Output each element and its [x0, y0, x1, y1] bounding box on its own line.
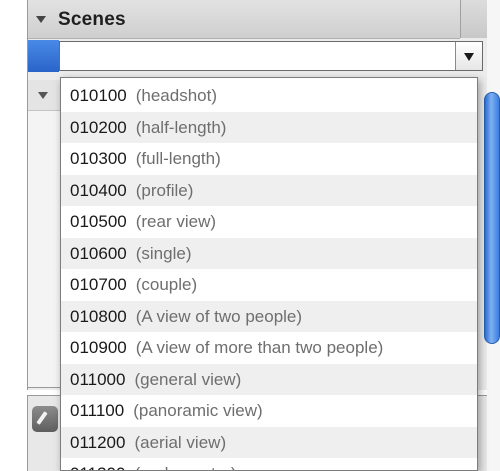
chevron-down-icon	[464, 53, 474, 61]
scene-description: (single)	[135, 243, 192, 263]
scene-code: 010700	[70, 275, 127, 294]
subsection-header[interactable]	[28, 80, 61, 111]
scene-description: (headshot)	[135, 86, 218, 105]
app-window: Scenes 010100 (headshot) 010200 (half-lengt…	[0, 0, 500, 471]
scene-code: 010900	[70, 338, 127, 357]
scrollbar-thumb[interactable]	[484, 92, 500, 344]
scene-description: (under-water)	[134, 464, 236, 470]
edit-button[interactable]	[32, 406, 58, 432]
header-side-cell	[460, 0, 489, 38]
scene-code: 011000	[70, 369, 126, 389]
scene-code: 010300	[70, 149, 127, 168]
scene-dropdown-list[interactable]: 010100 (headshot) 010200 (half-length) 01030…	[60, 77, 478, 471]
scene-code: 010500	[70, 212, 127, 231]
scene-code: 010600	[70, 243, 127, 263]
scene-description: (aerial view)	[134, 432, 227, 452]
subsection-body	[28, 111, 61, 388]
disclosure-triangle-icon[interactable]	[38, 92, 48, 99]
scene-code: 011300	[70, 464, 125, 470]
scene-code: 010200	[70, 117, 127, 137]
pencil-icon	[36, 411, 48, 425]
scene-description: (full-length)	[135, 149, 221, 168]
scene-combo-box[interactable]	[59, 41, 483, 71]
dropdown-item[interactable]: 010500 (rear view)	[61, 206, 477, 238]
disclosure-triangle-icon[interactable]	[36, 16, 46, 23]
scene-description: (rear view)	[135, 212, 217, 231]
dropdown-item[interactable]: 010200 (half-length)	[61, 111, 477, 143]
dropdown-item[interactable]: 010300 (full-length)	[61, 143, 477, 175]
scene-description: (couple)	[135, 275, 198, 294]
selection-indicator	[28, 40, 59, 72]
scene-code: 010800	[70, 306, 127, 326]
combo-dropdown-button[interactable]	[455, 42, 482, 70]
scene-description: (A view of more than two people)	[135, 338, 384, 357]
dropdown-item[interactable]: 010800 (A view of two people)	[61, 300, 477, 332]
dropdown-items: 010100 (headshot) 010200 (half-length) 01030…	[61, 80, 477, 470]
scene-code: 010400	[70, 180, 127, 200]
scenes-panel-header[interactable]: Scenes	[28, 0, 460, 39]
scene-description: (A view of two people)	[135, 306, 303, 326]
dropdown-item[interactable]: 010700 (couple)	[61, 269, 477, 301]
scene-description: (half-length)	[135, 117, 227, 137]
panel-title: Scenes	[58, 9, 126, 30]
dropdown-item[interactable]: 011300 (under-water)	[61, 458, 477, 470]
dropdown-item[interactable]: 010400 (profile)	[61, 174, 477, 206]
dropdown-item[interactable]: 011000 (general view)	[61, 363, 477, 395]
dropdown-item[interactable]: 010900 (A view of more than two people)	[61, 332, 477, 364]
dropdown-item[interactable]: 010600 (single)	[61, 237, 477, 269]
scene-code: 010100	[70, 86, 127, 105]
dropdown-item[interactable]: 011100 (panoramic view)	[61, 395, 477, 427]
scene-code: 011200	[70, 432, 126, 452]
dropdown-item[interactable]: 010100 (headshot)	[61, 80, 477, 112]
dropdown-item[interactable]: 011200 (aerial view)	[61, 426, 477, 458]
scene-description: (general view)	[134, 369, 242, 389]
scene-description: (panoramic view)	[133, 401, 263, 420]
scene-description: (profile)	[135, 180, 194, 200]
scene-code: 011100	[70, 401, 125, 420]
